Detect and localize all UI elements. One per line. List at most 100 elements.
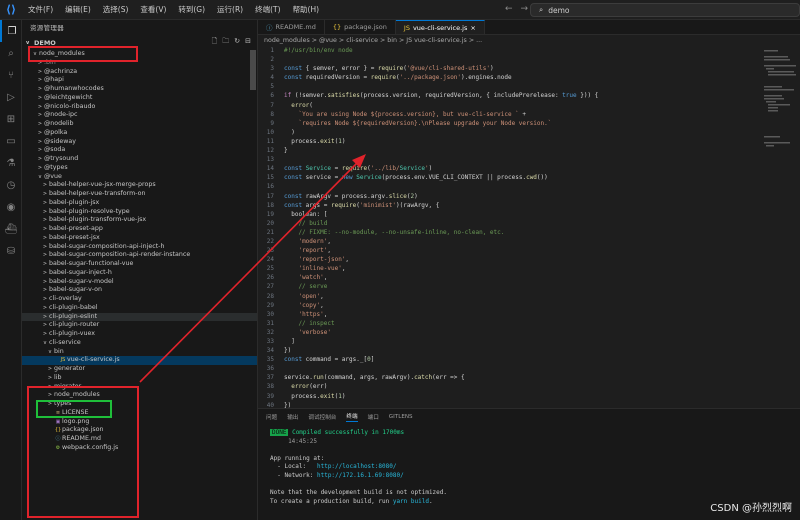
code-line[interactable]: 14 const Service = require('../lib/Servic… [258, 164, 800, 173]
close-icon[interactable]: × [470, 24, 475, 32]
tree-folder[interactable]: > .bin [22, 59, 257, 68]
code-line[interactable]: 2 [258, 55, 800, 64]
code-line[interactable]: 12} [258, 146, 800, 155]
minimap[interactable] [760, 46, 800, 408]
tree-folder[interactable]: > babel-plugin-resolve-type [22, 208, 257, 217]
refresh-icon[interactable]: ↻ [234, 37, 240, 48]
code-line[interactable]: 10 ) [258, 128, 800, 137]
panel-tab[interactable]: 终端 [346, 412, 358, 422]
tree-folder[interactable]: v @vue [22, 173, 257, 182]
tree-folder[interactable]: > babel-helper-vue-transform-on [22, 190, 257, 199]
tree-file[interactable]: ▣ logo.png [22, 418, 257, 427]
menu-help[interactable]: 帮助(H) [287, 0, 326, 20]
tree-folder[interactable]: > @soda [22, 146, 257, 155]
tree-folder[interactable]: > @nodelib [22, 120, 257, 129]
tree-folder[interactable]: > @leichtgewicht [22, 94, 257, 103]
tree-folder[interactable]: > lib [22, 374, 257, 383]
code-line[interactable]: 26 'watch', [258, 273, 800, 282]
editor-tab[interactable]: {} package.json [325, 20, 396, 34]
code-line[interactable]: 27 // serve [258, 282, 800, 291]
tree-folder[interactable]: > types [22, 400, 257, 409]
editor-tab[interactable]: ⓘ README.md [258, 20, 325, 34]
extensions-icon[interactable]: ⊞ [0, 108, 22, 130]
tree-folder[interactable]: > @node-ipc [22, 111, 257, 120]
tree-folder[interactable]: > @types [22, 164, 257, 173]
tree-folder[interactable]: > @polka [22, 129, 257, 138]
tree-folder[interactable]: > @humanwhocodes [22, 85, 257, 94]
code-line[interactable]: 32 'verbose' [258, 328, 800, 337]
tree-folder[interactable]: > babel-sugar-v-on [22, 286, 257, 295]
tree-folder[interactable]: > babel-plugin-transform-vue-jsx [22, 216, 257, 225]
gitlens-icon[interactable]: ◉ [0, 196, 22, 218]
tree-folder[interactable]: > @nicolo-ribaudo [22, 103, 257, 112]
editor-tab[interactable]: JS vue-cli-service.js × [395, 20, 485, 34]
code-line[interactable]: 1 #!/usr/bin/env node [258, 46, 800, 55]
tree-folder[interactable]: > cli-overlay [22, 295, 257, 304]
code-line[interactable]: 16 [258, 182, 800, 191]
code-line[interactable]: 35 const command = args._[0] [258, 355, 800, 364]
terminal-output[interactable]: DONE Compiled successfully in 1700ms 14:… [270, 429, 790, 506]
code-line[interactable]: 9 `requires Node ${requiredVersion}.\nPl… [258, 119, 800, 128]
tree-folder[interactable]: > babel-sugar-functional-vue [22, 260, 257, 269]
docker-icon[interactable]: ⛴ [0, 218, 22, 240]
code-line[interactable]: 24 'report-json', [258, 255, 800, 264]
tree-file[interactable]: JS vue-cli-service.js [22, 356, 257, 365]
panel-tab[interactable]: 调试控制台 [308, 413, 336, 421]
code-line[interactable]: 29 'copy', [258, 301, 800, 310]
back-arrow-icon[interactable]: ← [505, 4, 513, 14]
code-line[interactable]: 20 // build [258, 219, 800, 228]
code-line[interactable]: 38 error(err) [258, 382, 800, 391]
tree-file[interactable]: ⚙ webpack.config.js [22, 444, 257, 453]
command-center-search[interactable]: ⌕ demo [530, 3, 800, 17]
code-line[interactable]: 21 // FIXME: --no-module, --no-unsafe-in… [258, 228, 800, 237]
panel-tab[interactable]: 端口 [368, 413, 379, 421]
code-line[interactable]: 30 'https', [258, 310, 800, 319]
tree-folder[interactable]: > @sideway [22, 138, 257, 147]
code-line[interactable]: 37 service.run(command, args, rawArgv).ca… [258, 373, 800, 382]
code-line[interactable]: 6 if (!semver.satisfies(process.version, … [258, 91, 800, 100]
run-debug-icon[interactable]: ▷ [0, 86, 22, 108]
tree-folder[interactable]: > generator [22, 365, 257, 374]
menu-go[interactable]: 转到(G) [172, 0, 211, 20]
tree-folder[interactable]: v bin [22, 348, 257, 357]
code-line[interactable]: 8 `You are using Node ${process.version}… [258, 110, 800, 119]
tree-folder[interactable]: > babel-plugin-jsx [22, 199, 257, 208]
code-line[interactable]: 36 [258, 364, 800, 373]
panel-tab[interactable]: GITLENS [389, 414, 413, 420]
tree-folder[interactable]: > babel-preset-jsx [22, 234, 257, 243]
collapse-all-icon[interactable]: ⊟ [245, 37, 251, 48]
tree-file[interactable]: ≡ LICENSE [22, 409, 257, 418]
new-file-icon[interactable]: 🗋 [212, 37, 218, 48]
code-line[interactable]: 31 // inspect [258, 319, 800, 328]
tree-file[interactable]: ⓘ README.md [22, 435, 257, 444]
panel-tab[interactable]: 问题 [266, 413, 277, 421]
code-line[interactable]: 19 boolean: [ [258, 210, 800, 219]
code-line[interactable]: 25 'inline-vue', [258, 264, 800, 273]
tree-folder[interactable]: v cli-service [22, 339, 257, 348]
tree-folder[interactable]: > babel-sugar-inject-h [22, 269, 257, 278]
code-line[interactable]: 22 'modern', [258, 237, 800, 246]
tree-folder[interactable]: v node_modules [22, 50, 257, 59]
code-line[interactable]: 39 process.exit(1) [258, 392, 800, 401]
menu-edit[interactable]: 编辑(E) [59, 0, 97, 20]
code-line[interactable]: 15 const service = new Service(process.en… [258, 173, 800, 182]
code-line[interactable]: 7 error( [258, 101, 800, 110]
tree-folder[interactable]: > @achrinza [22, 68, 257, 77]
panel-tab[interactable]: 输出 [287, 413, 298, 421]
explorer-icon[interactable]: ❐ [0, 20, 22, 42]
code-line[interactable]: 11 process.exit(1) [258, 137, 800, 146]
network-url-link[interactable]: http://172.16.1.69:8080/ [317, 472, 404, 479]
menu-view[interactable]: 查看(V) [134, 0, 172, 20]
code-line[interactable]: 34}) [258, 346, 800, 355]
tree-folder[interactable]: > babel-preset-app [22, 225, 257, 234]
local-url-link[interactable]: http://localhost:8080/ [317, 463, 396, 470]
sidebar-scrollbar[interactable] [250, 50, 256, 90]
tree-folder[interactable]: > babel-sugar-composition-api-render-inst… [22, 251, 257, 260]
source-control-icon[interactable]: ⑂ [0, 64, 22, 86]
menu-run[interactable]: 运行(R) [211, 0, 249, 20]
code-line[interactable]: 3 const { semver, error } = require('@vue… [258, 64, 800, 73]
tree-folder[interactable]: > babel-sugar-v-model [22, 278, 257, 287]
tree-folder[interactable]: > cli-plugin-vuex [22, 330, 257, 339]
code-line[interactable]: 23 'report', [258, 246, 800, 255]
testing-icon[interactable]: ⚗ [0, 152, 22, 174]
